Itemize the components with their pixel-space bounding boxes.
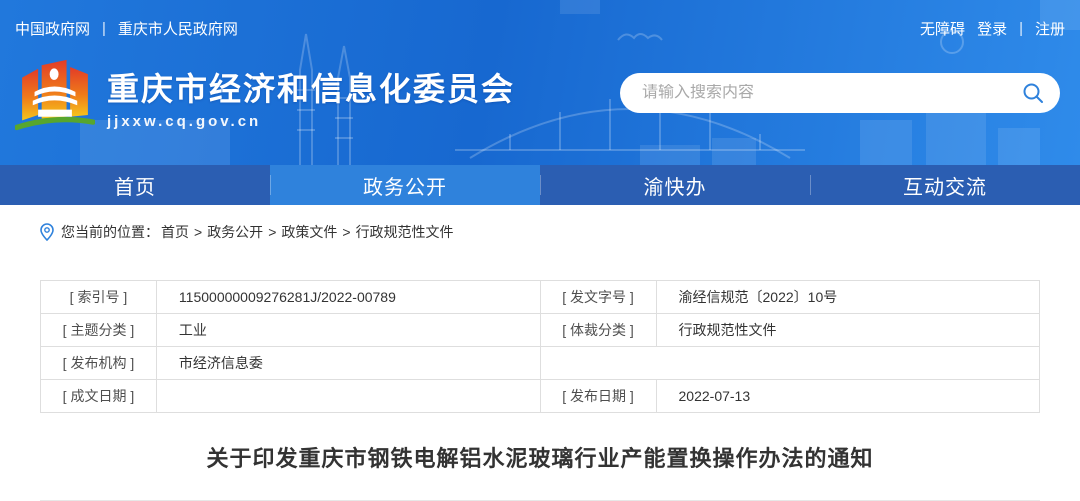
- main-content: 您当前的位置： 首页 > 政务公开 > 政策文件 > 行政规范性文件 [ 索引号…: [0, 222, 1080, 501]
- meta-value-genre-category: 行政规范性文件: [656, 314, 1039, 347]
- nav-divider: [540, 175, 541, 195]
- meta-value-issuing-agency: 市经济信息委: [156, 347, 540, 380]
- link-accessibility[interactable]: 无障碍: [920, 18, 965, 39]
- breadcrumb-separator: >: [342, 224, 350, 240]
- breadcrumb-separator: >: [194, 224, 202, 240]
- article-title: 关于印发重庆市钢铁电解铝水泥玻璃行业产能置换操作办法的通知: [40, 441, 1040, 473]
- breadcrumb-item-policy-files[interactable]: 政策文件: [281, 222, 337, 242]
- topbar-left: 中国政府网 | 重庆市人民政府网: [15, 18, 238, 39]
- topbar-separator: |: [1019, 20, 1023, 37]
- meta-value-document-number: 渝经信规范〔2022〕10号: [656, 281, 1039, 314]
- link-register[interactable]: 注册: [1035, 18, 1065, 39]
- search-icon[interactable]: [1022, 82, 1044, 104]
- site-url: jjxxw.cq.gov.cn: [107, 113, 515, 130]
- meta-value-subject-category: 工业: [156, 314, 540, 347]
- breadcrumb-separator: >: [268, 224, 276, 240]
- nav-divider: [810, 175, 811, 195]
- topbar-separator: |: [102, 20, 106, 37]
- tab-interaction[interactable]: 互动交流: [810, 165, 1080, 205]
- table-row: [ 成文日期 ] [ 发布日期 ] 2022-07-13: [41, 380, 1040, 413]
- topbar-right: 无障碍 登录 | 注册: [920, 18, 1065, 39]
- meta-label-subject-category: [ 主题分类 ]: [41, 314, 157, 347]
- brand-text: 重庆市经济和信息化委员会 jjxxw.cq.gov.cn: [107, 69, 515, 130]
- link-china-gov[interactable]: 中国政府网: [15, 18, 90, 39]
- meta-value-index-number: 11500000009276281J/2022-00789: [156, 281, 540, 314]
- breadcrumb-item-normative-docs[interactable]: 行政规范性文件: [356, 222, 454, 242]
- breadcrumb-prefix: 您当前的位置：: [61, 222, 159, 242]
- tab-yukuaiban[interactable]: 渝快办: [540, 165, 810, 205]
- tab-home[interactable]: 首页: [0, 165, 270, 205]
- site-header: 中国政府网 | 重庆市人民政府网 无障碍 登录 | 注册: [0, 0, 1080, 165]
- main-nav: 首页 政务公开 渝快办 互动交流: [0, 165, 1080, 205]
- breadcrumb-item-gov-affairs[interactable]: 政务公开: [207, 222, 263, 242]
- meta-value-publish-date: 2022-07-13: [656, 380, 1039, 413]
- nav-divider: [270, 175, 271, 195]
- meta-label-written-date: [ 成文日期 ]: [41, 380, 157, 413]
- meta-label-index-number: [ 索引号 ]: [41, 281, 157, 314]
- document-meta-table: [ 索引号 ] 11500000009276281J/2022-00789 [ …: [40, 280, 1040, 413]
- link-chongqing-gov[interactable]: 重庆市人民政府网: [118, 18, 238, 39]
- meta-label-genre-category: [ 体裁分类 ]: [540, 314, 656, 347]
- search-input[interactable]: [642, 84, 1022, 102]
- page: 中国政府网 | 重庆市人民政府网 无障碍 登录 | 注册: [0, 0, 1080, 501]
- tab-government-affairs[interactable]: 政务公开: [270, 165, 540, 205]
- meta-label-publish-date: [ 发布日期 ]: [540, 380, 656, 413]
- site-logo-emblem-icon: [15, 55, 95, 143]
- table-row: [ 索引号 ] 11500000009276281J/2022-00789 [ …: [41, 281, 1040, 314]
- meta-label-document-number: [ 发文字号 ]: [540, 281, 656, 314]
- topbar: 中国政府网 | 重庆市人民政府网 无障碍 登录 | 注册: [0, 0, 1080, 57]
- breadcrumb: 您当前的位置： 首页 > 政务公开 > 政策文件 > 行政规范性文件: [40, 222, 1040, 242]
- meta-cell-empty: [540, 347, 1039, 380]
- meta-value-written-date: [156, 380, 540, 413]
- meta-label-issuing-agency: [ 发布机构 ]: [41, 347, 157, 380]
- site-title: 重庆市经济和信息化委员会: [107, 69, 515, 109]
- search-box: [620, 73, 1060, 113]
- table-row: [ 主题分类 ] 工业 [ 体裁分类 ] 行政规范性文件: [41, 314, 1040, 347]
- link-login[interactable]: 登录: [977, 18, 1007, 39]
- location-pin-icon: [40, 223, 54, 241]
- site-brand[interactable]: 重庆市经济和信息化委员会 jjxxw.cq.gov.cn: [15, 55, 515, 143]
- table-row: [ 发布机构 ] 市经济信息委: [41, 347, 1040, 380]
- breadcrumb-item-home[interactable]: 首页: [161, 222, 189, 242]
- banner: 重庆市经济和信息化委员会 jjxxw.cq.gov.cn: [0, 57, 1080, 165]
